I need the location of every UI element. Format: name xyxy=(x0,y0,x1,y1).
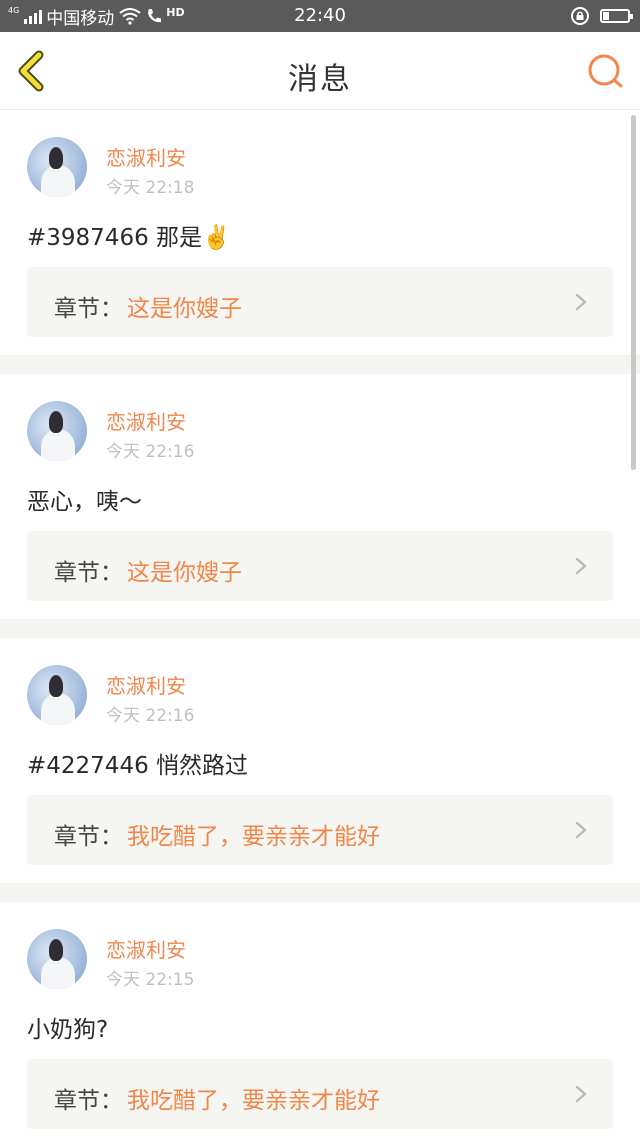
username[interactable]: 恋淑利安 xyxy=(106,670,186,699)
chevron-right-icon xyxy=(575,293,587,311)
status-time: 22:40 xyxy=(294,5,346,26)
message-card: 恋淑利安 今天 22:16 #4227446 悄然路过 章节： 我吃醋了，要亲亲… xyxy=(0,638,640,883)
avatar[interactable] xyxy=(27,401,87,461)
chevron-right-icon xyxy=(575,821,587,839)
card-separator xyxy=(0,355,640,374)
username[interactable]: 恋淑利安 xyxy=(106,142,186,171)
search-button[interactable] xyxy=(586,52,626,92)
avatar[interactable] xyxy=(27,929,87,989)
username[interactable]: 恋淑利安 xyxy=(106,934,186,963)
search-icon xyxy=(588,54,623,88)
chapter-link[interactable]: 章节： 这是你嫂子 xyxy=(27,531,613,601)
message-text: 小奶狗? xyxy=(27,1017,109,1043)
message-card: 恋淑利安 今天 22:15 小奶狗? 章节： 我吃醋了，要亲亲才能好 xyxy=(0,902,640,1147)
chapter-prefix: 章节： xyxy=(54,296,123,322)
scrollbar[interactable] xyxy=(631,115,636,470)
message-text: 恶心，咦～ xyxy=(27,489,142,515)
message-card: 恋淑利安 今天 22:16 恶心，咦～ 章节： 这是你嫂子 xyxy=(0,374,640,619)
card-separator xyxy=(0,883,640,902)
status-right xyxy=(570,5,633,27)
header: 消息 xyxy=(0,32,640,110)
chapter-prefix: 章节： xyxy=(54,824,123,850)
username[interactable]: 恋淑利安 xyxy=(106,406,186,435)
timestamp: 今天 22:18 xyxy=(106,178,195,198)
avatar[interactable] xyxy=(27,137,87,197)
chapter-prefix: 章节： xyxy=(54,1088,123,1114)
avatar[interactable] xyxy=(27,665,87,725)
message-card: 恋淑利安 今天 22:18 #3987466 那是✌️ 章节： 这是你嫂子 xyxy=(0,110,640,355)
message-text: #4227446 悄然路过 xyxy=(27,753,249,779)
timestamp: 今天 22:16 xyxy=(106,706,195,726)
chapter-name: 我吃醋了，要亲亲才能好 xyxy=(127,1088,380,1114)
chevron-right-icon xyxy=(575,1085,587,1103)
chapter-name: 这是你嫂子 xyxy=(127,296,242,322)
chapter-prefix: 章节： xyxy=(54,560,123,586)
status-bar: 4G 中国移动 HD 22:40 xyxy=(0,0,640,32)
chapter-link[interactable]: 章节： 我吃醋了，要亲亲才能好 xyxy=(27,795,613,865)
message-list: 恋淑利安 今天 22:18 #3987466 那是✌️ 章节： 这是你嫂子 恋淑… xyxy=(0,110,640,1147)
timestamp: 今天 22:15 xyxy=(106,970,195,990)
timestamp: 今天 22:16 xyxy=(106,442,195,462)
card-separator xyxy=(0,619,640,638)
chapter-name: 这是你嫂子 xyxy=(127,560,242,586)
chevron-right-icon xyxy=(575,557,587,575)
message-text: #3987466 那是✌️ xyxy=(27,225,231,251)
rotation-lock-icon xyxy=(571,7,589,25)
chapter-link[interactable]: 章节： 我吃醋了，要亲亲才能好 xyxy=(27,1059,613,1129)
battery-icon xyxy=(600,9,633,23)
chapter-link[interactable]: 章节： 这是你嫂子 xyxy=(27,267,613,337)
chapter-name: 我吃醋了，要亲亲才能好 xyxy=(127,824,380,850)
page-title: 消息 xyxy=(288,62,352,97)
